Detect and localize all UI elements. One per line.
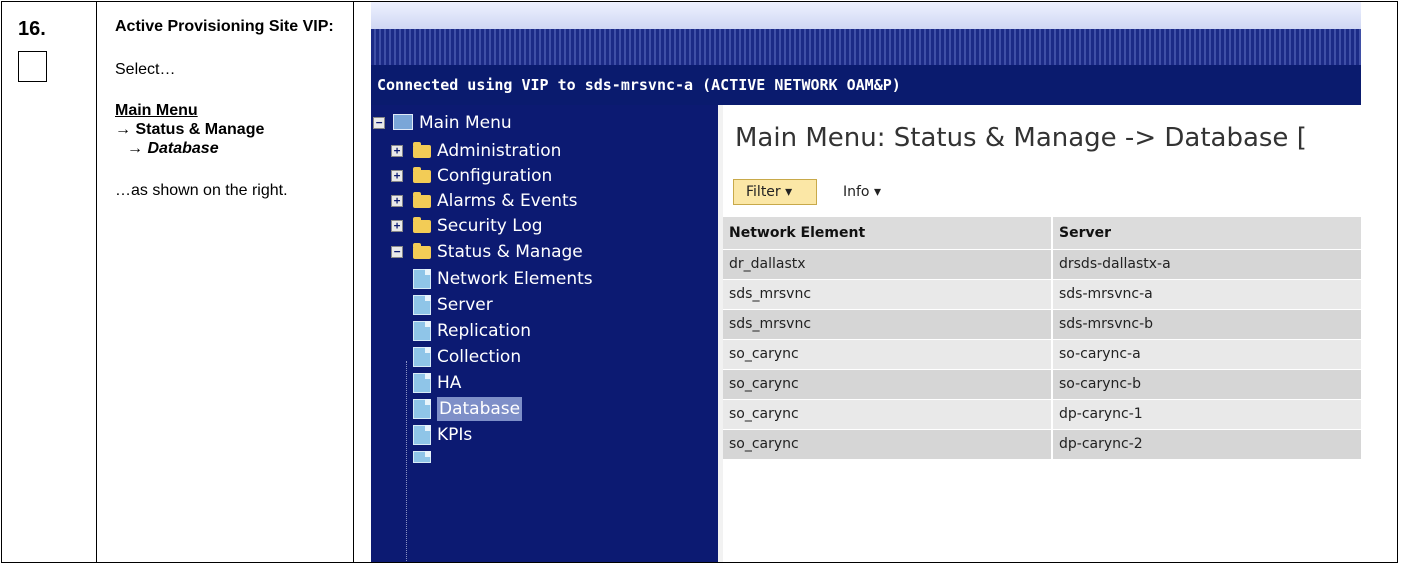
table-row[interactable]: so_carync so-carync-b	[723, 370, 1361, 399]
cell-server: drsds-dallastx-a	[1059, 256, 1171, 272]
nav-label: Configuration	[437, 166, 553, 186]
expand-icon[interactable]: +	[391, 195, 403, 207]
nav-label: Server	[437, 295, 493, 315]
embedded-screenshot: Connected using VIP to sds-mrsvnc-a (ACT…	[371, 2, 1361, 562]
table-row[interactable]: sds_mrsvnc sds-mrsvnc-a	[723, 280, 1361, 309]
cell-network-element: sds_mrsvnc	[729, 286, 812, 302]
nav-label: Database	[437, 397, 523, 421]
page-icon	[413, 373, 431, 393]
menu-root-link: Main Menu	[115, 102, 198, 119]
cell-network-element: so_carync	[729, 406, 799, 422]
folder-icon	[413, 142, 431, 158]
column-server[interactable]: Server	[1059, 217, 1111, 249]
column-divider	[353, 2, 354, 562]
step-checkbox[interactable]	[18, 51, 47, 82]
expand-icon[interactable]: +	[391, 170, 403, 182]
nav-label: Collection	[437, 347, 522, 367]
table-row[interactable]: dr_dallastx drsds-dallastx-a	[723, 250, 1361, 279]
banner-header	[371, 2, 1361, 29]
cell-server: so-carync-b	[1059, 376, 1141, 392]
filter-button[interactable]: Filter ▾	[733, 179, 817, 205]
cell-server: sds-mrsvnc-a	[1059, 286, 1153, 302]
page-title: Main Menu: Status & Manage -> Database [	[735, 123, 1307, 153]
page-icon	[413, 399, 431, 419]
expand-icon[interactable]: +	[391, 220, 403, 232]
table-row[interactable]: so_carync dp-carync-1	[723, 400, 1361, 429]
menu-path-database: → Database	[127, 140, 219, 157]
cell-server: so-carync-a	[1059, 346, 1141, 362]
cell-network-element: sds_mrsvnc	[729, 316, 812, 332]
collapse-icon[interactable]: −	[373, 117, 385, 129]
cell-server: sds-mrsvnc-b	[1059, 316, 1154, 332]
collapse-icon[interactable]: −	[391, 246, 403, 258]
cell-network-element: so_carync	[729, 376, 799, 392]
folder-icon	[413, 192, 431, 208]
page-icon	[413, 295, 431, 315]
folder-icon	[413, 217, 431, 233]
column-divider	[96, 2, 97, 562]
folder-icon	[413, 167, 431, 183]
connection-bar: Connected using VIP to sds-mrsvnc-a (ACT…	[371, 65, 1361, 105]
cell-server: dp-carync-1	[1059, 406, 1143, 422]
nav-label: Administration	[437, 141, 562, 161]
nav-label: Main Menu	[419, 113, 512, 133]
column-network-element[interactable]: Network Element	[729, 217, 865, 249]
nav-label: Network Elements	[437, 269, 593, 289]
menu-path-status: → Status & Manage	[115, 121, 265, 138]
cell-network-element: dr_dallastx	[729, 256, 806, 272]
step-instructions: Active Provisioning Site VIP: Select… Ma…	[115, 17, 350, 200]
page-icon	[413, 425, 431, 445]
computer-icon	[393, 114, 413, 130]
table-header: Network Element Server	[723, 217, 1361, 249]
page-icon	[413, 321, 431, 341]
content-pane: Main Menu: Status & Manage -> Database […	[723, 105, 1361, 562]
app-banner	[371, 2, 1361, 65]
cell-network-element: so_carync	[729, 346, 799, 362]
step-number: 16.	[18, 18, 46, 40]
nav-label: Replication	[437, 321, 532, 341]
select-text: Select…	[115, 61, 176, 78]
column-separator	[1051, 217, 1053, 562]
info-button[interactable]: Info ▾	[843, 179, 881, 205]
nav-label: Security Log	[437, 216, 543, 236]
open-folder-icon	[413, 243, 431, 259]
table-row[interactable]: so_carync so-carync-a	[723, 340, 1361, 369]
shown-text: …as shown on the right.	[115, 182, 288, 199]
main-menu-tree: − Main Menu + Administration + Configura…	[371, 105, 718, 562]
page-icon	[413, 269, 431, 289]
nav-label: Alarms & Events	[437, 191, 578, 211]
table-row[interactable]: so_carync dp-carync-2	[723, 430, 1361, 459]
nav-label: HA	[437, 373, 462, 393]
step-title: Active Provisioning Site VIP:	[115, 18, 334, 35]
cell-server: dp-carync-2	[1059, 436, 1143, 452]
expand-icon[interactable]: +	[391, 145, 403, 157]
page-icon	[413, 451, 431, 463]
table-row[interactable]: sds_mrsvnc sds-mrsvnc-b	[723, 310, 1361, 339]
nav-label: Status & Manage	[437, 242, 583, 262]
cell-network-element: so_carync	[729, 436, 799, 452]
nav-label: KPIs	[437, 425, 473, 445]
tree-guide-line	[406, 361, 408, 562]
page-icon	[413, 347, 431, 367]
